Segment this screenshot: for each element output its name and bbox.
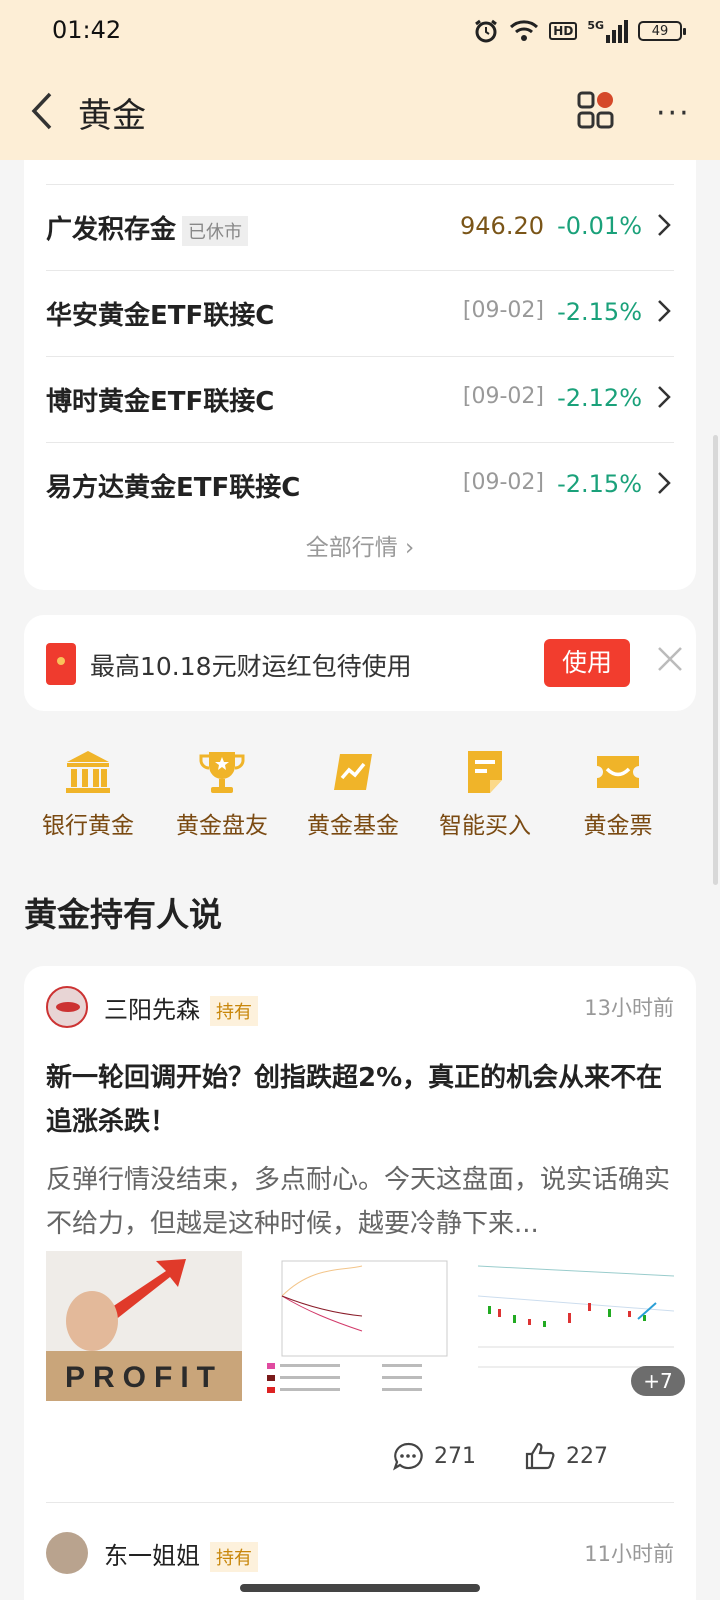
fund-name: 华安黄金ETF联接C [46,301,275,331]
chevron-right-icon [658,214,671,236]
avatar[interactable] [46,1532,88,1574]
comment-icon [393,1442,423,1471]
use-coupon-button[interactable]: 使用 [544,639,630,687]
section-title: 黄金持有人说 [24,895,222,934]
ticket-icon [597,756,639,788]
post-image-flow-chart[interactable] [262,1251,458,1401]
coupon-text: 最高10.18元财运红包待使用 [90,652,412,681]
chevron-right-icon [658,472,671,494]
status-icons: HD 5G 49 [473,18,686,44]
signal-icon: 5G [587,19,628,43]
alarm-icon [475,19,498,43]
chevron-right-icon [658,386,671,408]
author-name[interactable]: 三阳先森 持有 [104,990,258,1026]
shortcut-gold-friends[interactable]: 黄金盘友 [162,748,282,840]
more-icon[interactable]: ··· [656,96,691,131]
chevron-right-icon: › [405,535,415,561]
fund-list-card: 广发积存金 已休市 946.20 -0.01% 华安黄金ETF联接C [09-02… [24,120,696,590]
post-title[interactable]: 新一轮回调开始？创指跌超2%，真正的机会从来不在追涨杀跌！ [46,1056,674,1144]
post-body[interactable]: 反弹行情没结束，多点耐心。今天这盘面，说实话确实不给力，但越是这种时候，越要冷静… [46,1158,674,1246]
coupon-banner: 最高10.18元财运红包待使用 使用 [24,615,696,711]
fund-row[interactable]: 华安黄金ETF联接C [09-02] -2.15% [46,270,674,356]
fund-row[interactable]: 易方达黄金ETF联接C [09-02] -2.15% [46,442,674,528]
shortcut-gold-ticket[interactable]: 黄金票 [558,748,678,840]
shortcut-gold-fund[interactable]: 黄金基金 [293,748,413,840]
post-time: 13小时前 [584,996,674,1020]
fund-date: [09-02] [462,384,544,409]
back-icon[interactable] [24,88,64,134]
fund-row[interactable]: 广发积存金 已休市 946.20 -0.01% [46,184,674,270]
fund-value: 946.20 [460,212,544,240]
wifi-icon [510,20,539,41]
profit-illustration: PROFIT [46,1251,242,1401]
shortcut-label: 黄金票 [583,813,653,839]
author-name[interactable]: 东一姐姐 持有 [104,1536,258,1572]
trophy-icon [199,752,245,793]
holding-tag: 持有 [210,1542,258,1572]
close-icon[interactable] [656,645,684,673]
post-images: PROFIT +7 [46,1251,685,1401]
fund-name: 广发积存金 已休市 [46,209,249,246]
fund-row[interactable]: 博时黄金ETF联接C [09-02] -2.12% [46,356,674,442]
battery-icon: 49 [638,21,686,41]
post-image-profit[interactable]: PROFIT [46,1251,242,1401]
profit-text: PROFIT [65,1361,223,1394]
post-time: 11小时前 [584,1542,674,1566]
comment-count: 271 [434,1443,476,1469]
shortcut-label: 智能买入 [439,813,531,839]
scrollbar[interactable] [713,435,718,885]
status-time: 01:42 [52,16,122,44]
shortcut-grid: 银行黄金 黄金盘友 黄金基金 智能买入 黄金票 [0,748,720,858]
shortcut-label: 黄金基金 [307,813,399,839]
fund-change: -0.01% [557,212,642,240]
battery-level: 49 [651,23,669,39]
page-title: 黄金 [78,96,146,136]
hd-icon: HD [549,22,578,40]
like-count: 227 [566,1443,608,1469]
chart-icon [334,754,372,790]
holding-tag: 持有 [210,996,258,1026]
bank-icon [66,751,110,793]
fund-name: 易方达黄金ETF联接C [46,473,301,503]
divider [46,1502,674,1503]
apps-grid-icon[interactable] [576,90,616,130]
net-type: 5G [587,19,604,32]
flow-chart-thumbnail [267,1260,448,1393]
home-indicator[interactable] [240,1584,480,1592]
fund-date: [09-02] [462,470,544,495]
fund-name: 博时黄金ETF联接C [46,387,275,417]
chevron-right-icon [658,300,671,322]
like-button[interactable]: 227 [524,1441,608,1471]
shortcut-smart-buy[interactable]: 智能买入 [425,748,545,840]
comment-button[interactable]: 271 [392,1441,476,1471]
red-envelope-icon [46,643,76,685]
nav-bar: 黄金 ··· [0,70,720,154]
thumbs-up-icon [525,1442,555,1470]
fund-change: -2.15% [557,470,642,498]
post-card[interactable]: 三阳先森 持有 13小时前 新一轮回调开始？创指跌超2%，真正的机会从来不在追涨杀… [24,966,696,1600]
more-images-badge[interactable]: +7 [631,1366,685,1396]
shortcut-label: 银行黄金 [42,813,134,839]
market-closed-tag: 已休市 [182,215,249,246]
all-quotes-link[interactable]: 全部行情 › [24,528,696,562]
shortcut-bank-gold[interactable]: 银行黄金 [28,748,148,840]
avatar[interactable] [46,986,88,1028]
shortcut-label: 黄金盘友 [176,813,268,839]
fund-change: -2.12% [557,384,642,412]
status-bar: 01:42 HD 5G 49 [0,0,720,64]
fund-change: -2.15% [557,298,642,326]
top-bar: 01:42 HD 5G 49 黄金 ··· [0,0,720,160]
fund-date: [09-02] [462,298,544,323]
document-icon [468,751,502,793]
